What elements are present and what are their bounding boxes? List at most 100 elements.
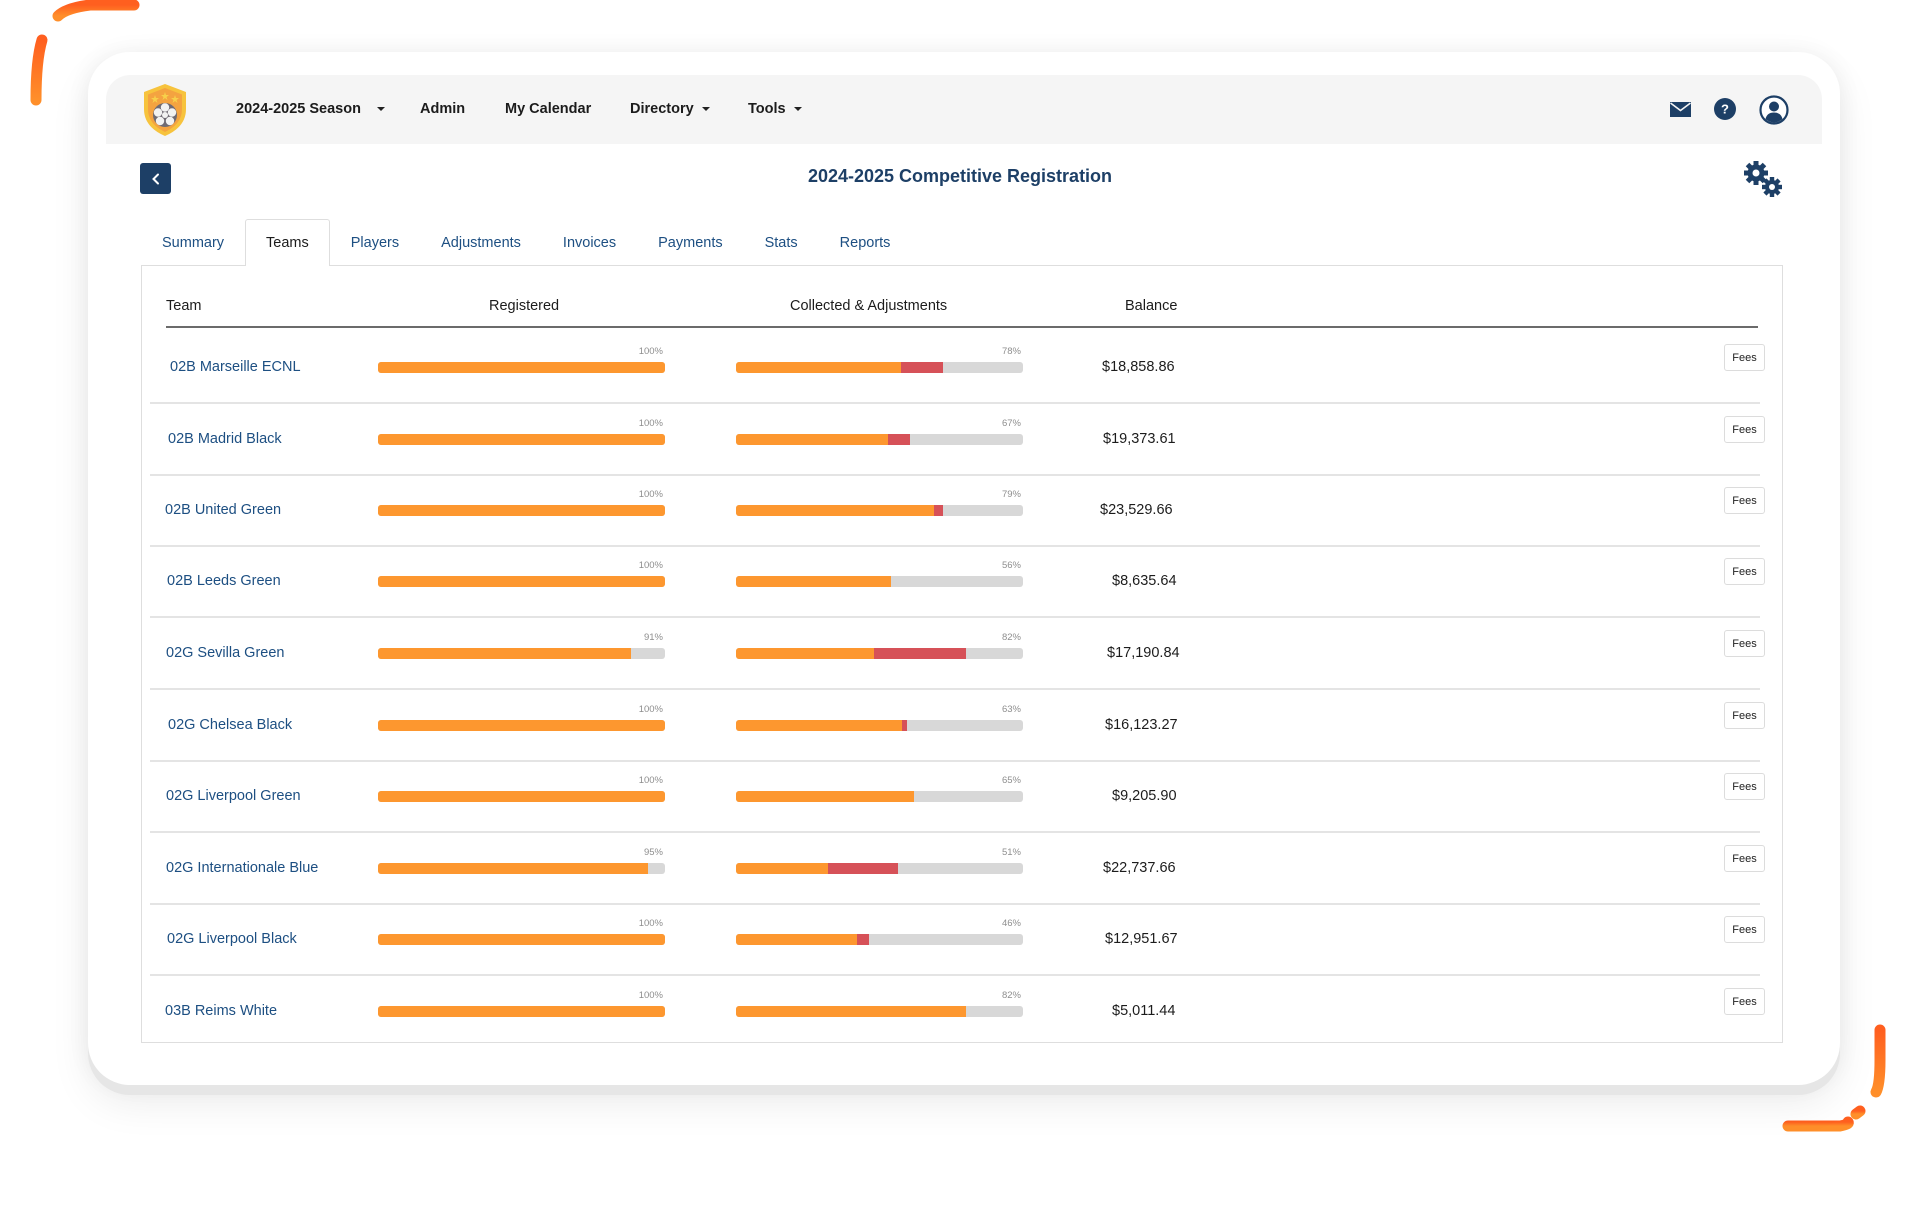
collected-percent-label: 79% xyxy=(1001,489,1021,500)
balance-value: $18,858.86 xyxy=(1102,359,1175,375)
registered-percent-label: 100% xyxy=(638,560,663,571)
fees-button[interactable]: Fees xyxy=(1724,916,1765,943)
adjustment-progress-fill xyxy=(888,434,910,445)
adjustment-progress-fill xyxy=(901,362,943,373)
chevron-down-icon xyxy=(701,107,710,111)
fees-button[interactable]: Fees xyxy=(1724,344,1765,371)
svg-text:?: ? xyxy=(1721,102,1729,117)
collected-percent-label: 56% xyxy=(1001,560,1021,571)
balance-value: $23,529.66 xyxy=(1100,502,1173,518)
tab-payments[interactable]: Payments xyxy=(637,219,743,265)
registered-progress-fill xyxy=(378,505,665,516)
adjustment-progress-fill xyxy=(856,934,870,945)
registered-percent-label: 95% xyxy=(643,847,663,858)
season-dropdown-label: 2024-2025 Season xyxy=(236,101,361,117)
team-row: 02B Marseille ECNL 100% 78% $18,858.86 F… xyxy=(150,332,1765,404)
tools-dropdown[interactable]: Tools xyxy=(748,101,802,117)
registered-progress-track xyxy=(378,720,665,731)
fees-button[interactable]: Fees xyxy=(1724,988,1765,1015)
team-name-link[interactable]: 02B United Green xyxy=(165,502,281,518)
collected-percent-label: 78% xyxy=(1001,346,1021,357)
team-row: 03B Reims White 100% 82% $5,011.44 Fees xyxy=(150,976,1765,1048)
tab-invoices[interactable]: Invoices xyxy=(542,219,637,265)
fees-button[interactable]: Fees xyxy=(1724,702,1765,729)
deco-dash xyxy=(1850,1105,1866,1120)
tab-teams[interactable]: Teams xyxy=(245,219,330,266)
nav-my-calendar-label: My Calendar xyxy=(505,101,592,117)
collected-progress-fill xyxy=(736,434,889,445)
team-name-link[interactable]: 03B Reims White xyxy=(165,1003,277,1019)
registered-progress-fill xyxy=(378,434,665,445)
team-row: 02B Madrid Black 100% 67% $19,373.61 Fee… xyxy=(150,404,1765,476)
team-row: 02B Leeds Green 100% 56% $8,635.64 Fees xyxy=(150,546,1765,618)
directory-dropdown-label: Directory xyxy=(630,101,694,117)
team-name-link[interactable]: 02G Sevilla Green xyxy=(166,645,284,661)
registered-progress-track xyxy=(378,648,665,659)
collected-percent-label: 65% xyxy=(1001,775,1021,786)
team-name-link[interactable]: 02B Marseille ECNL xyxy=(170,359,301,375)
registered-percent-label: 91% xyxy=(643,632,663,643)
team-row: 02G Internationale Blue 95% 51% $22,737.… xyxy=(150,833,1765,905)
registered-percent-label: 100% xyxy=(638,489,663,500)
tab-stats[interactable]: Stats xyxy=(744,219,819,265)
team-name-link[interactable]: 02B Madrid Black xyxy=(168,431,282,447)
deco-dash xyxy=(30,34,48,106)
team-row: 02G Liverpool Green 100% 65% $9,205.90 F… xyxy=(150,761,1765,833)
team-row: 02B United Green 100% 79% $23,529.66 Fee… xyxy=(150,475,1765,547)
team-name-link[interactable]: 02G Internationale Blue xyxy=(166,860,318,876)
nav-admin[interactable]: Admin xyxy=(420,101,465,117)
collected-progress-track xyxy=(736,720,1023,731)
collected-progress-fill xyxy=(736,362,902,373)
directory-dropdown[interactable]: Directory xyxy=(630,101,710,117)
team-row: 02G Liverpool Black 100% 46% $12,951.67 … xyxy=(150,904,1765,976)
registered-percent-label: 100% xyxy=(638,990,663,1001)
registered-progress-fill xyxy=(378,362,665,373)
fees-button[interactable]: Fees xyxy=(1724,487,1765,514)
help-icon[interactable]: ? xyxy=(1714,98,1736,120)
fees-button[interactable]: Fees xyxy=(1724,630,1765,657)
team-name-link[interactable]: 02G Chelsea Black xyxy=(168,717,292,733)
registered-progress-fill xyxy=(378,576,665,587)
team-name-link[interactable]: 02G Liverpool Black xyxy=(167,931,297,947)
fees-button[interactable]: Fees xyxy=(1724,416,1765,443)
collected-percent-label: 63% xyxy=(1001,704,1021,715)
collected-progress-track xyxy=(736,648,1023,659)
collected-progress-fill xyxy=(736,934,857,945)
fees-button[interactable]: Fees xyxy=(1724,773,1765,800)
balance-value: $8,635.64 xyxy=(1112,573,1177,589)
collected-progress-track xyxy=(736,362,1023,373)
tab-summary[interactable]: Summary xyxy=(141,219,245,265)
registered-progress-fill xyxy=(378,791,665,802)
fees-button[interactable]: Fees xyxy=(1724,558,1765,585)
settings-gears-icon[interactable] xyxy=(1743,161,1783,199)
column-header-balance: Balance xyxy=(1125,298,1178,314)
balance-value: $17,190.84 xyxy=(1107,645,1180,661)
registered-progress-track xyxy=(378,576,665,587)
deco-dash xyxy=(1870,1024,1886,1098)
registered-percent-label: 100% xyxy=(638,775,663,786)
team-name-link[interactable]: 02G Liverpool Green xyxy=(166,788,301,804)
tab-reports[interactable]: Reports xyxy=(819,219,912,265)
tab-players[interactable]: Players xyxy=(330,219,420,265)
balance-value: $5,011.44 xyxy=(1112,1003,1176,1019)
registered-progress-fill xyxy=(378,720,665,731)
club-crest-logo[interactable] xyxy=(142,83,188,137)
page-title: 2024-2025 Competitive Registration xyxy=(807,166,1113,186)
collected-percent-label: 82% xyxy=(1001,990,1021,1001)
user-account-icon[interactable] xyxy=(1759,95,1789,125)
deco-dash xyxy=(1782,1116,1854,1132)
nav-my-calendar[interactable]: My Calendar xyxy=(505,101,591,117)
back-button[interactable] xyxy=(140,163,171,194)
season-dropdown[interactable]: 2024-2025 Season xyxy=(236,101,385,117)
fees-button[interactable]: Fees xyxy=(1724,845,1765,872)
balance-value: $16,123.27 xyxy=(1105,717,1178,733)
team-name-link[interactable]: 02B Leeds Green xyxy=(167,573,281,589)
collected-progress-fill xyxy=(736,505,935,516)
registered-progress-fill xyxy=(378,648,631,659)
column-header-collected-adjustments: Collected & Adjustments xyxy=(790,298,948,314)
collected-progress-fill xyxy=(736,791,914,802)
tab-adjustments[interactable]: Adjustments xyxy=(420,219,542,265)
mail-icon[interactable] xyxy=(1670,102,1691,117)
registered-percent-label: 100% xyxy=(638,918,663,929)
balance-value: $19,373.61 xyxy=(1103,431,1176,447)
